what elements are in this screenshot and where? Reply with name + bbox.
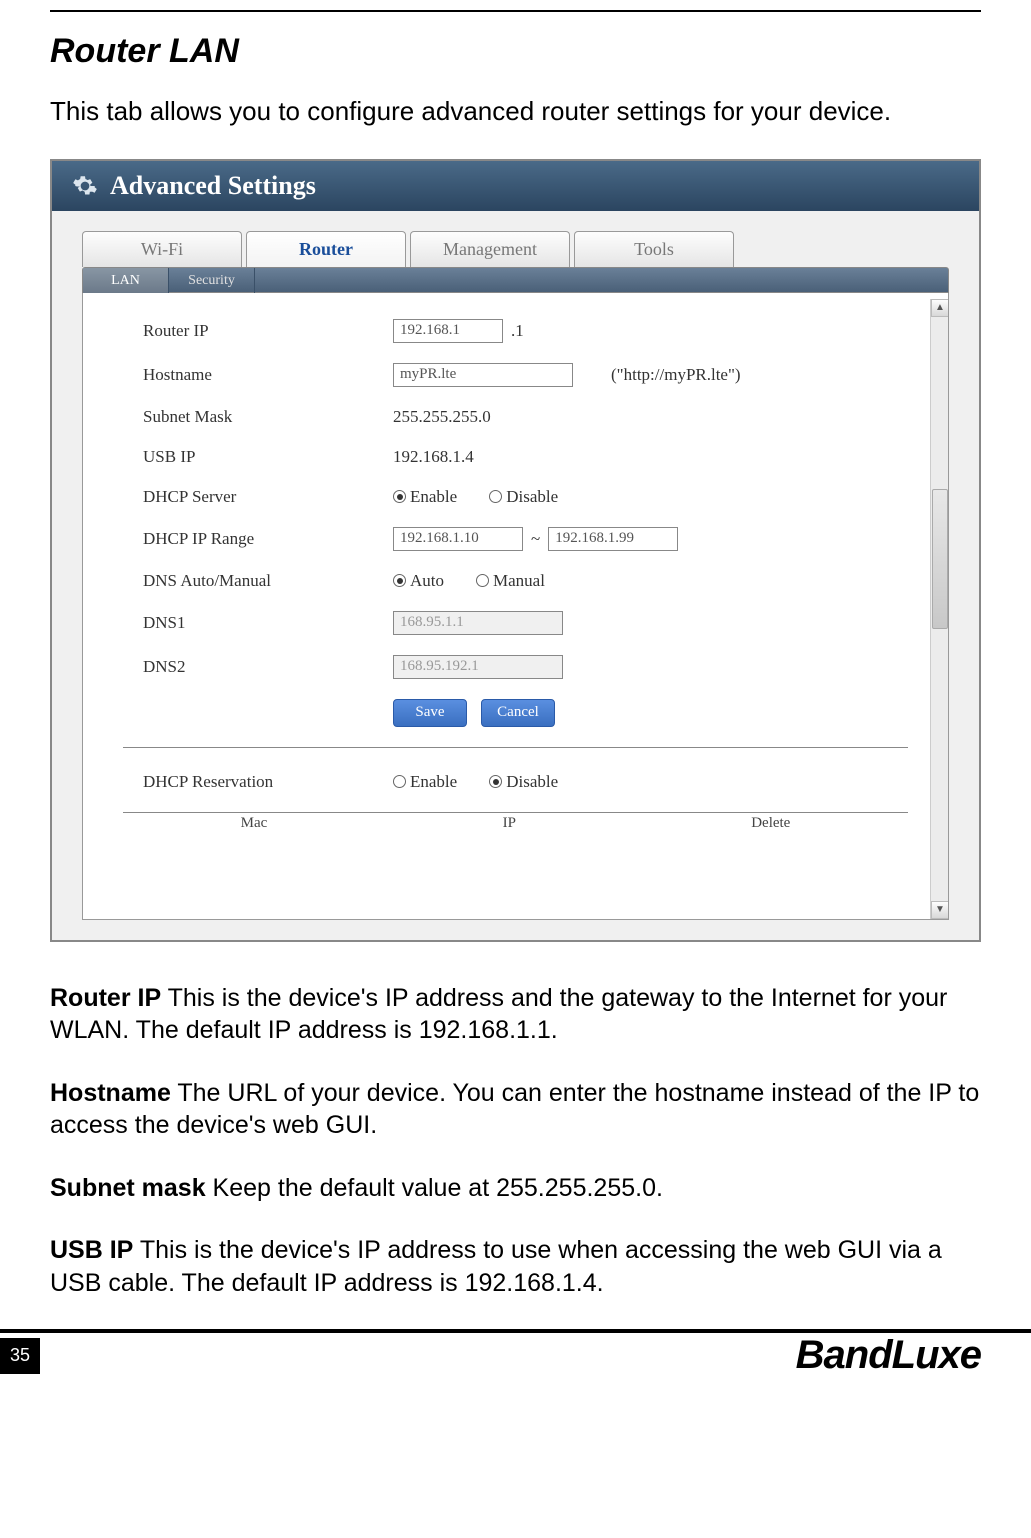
gear-icon (72, 173, 98, 199)
dns1-input[interactable] (393, 611, 563, 635)
scroll-area: Router IP .1 Hostname ("http://myPR.lte"… (83, 299, 948, 919)
desc-usb-ip: USB IP This is the device's IP address t… (50, 1234, 981, 1299)
scroll-down-arrow-icon[interactable]: ▼ (931, 901, 948, 919)
advanced-settings-window: Advanced Settings Wi-Fi Router Managemen… (50, 159, 981, 942)
scroll-up-arrow-icon[interactable]: ▲ (931, 299, 948, 317)
section-title: Router LAN (50, 32, 981, 71)
router-ip-suffix: .1 (511, 321, 524, 341)
sub-tabs: LAN Security (82, 267, 949, 293)
tab-wifi[interactable]: Wi-Fi (82, 231, 242, 267)
dhcp-res-label: DHCP Reservation (143, 772, 393, 792)
hostname-input[interactable] (393, 363, 573, 387)
dhcp-res-disable-radio[interactable]: Disable (489, 772, 558, 792)
subtab-security[interactable]: Security (169, 268, 255, 294)
intro-text: This tab allows you to configure advance… (50, 95, 981, 129)
dhcp-server-label: DHCP Server (143, 487, 393, 507)
dhcp-range-label: DHCP IP Range (143, 529, 393, 549)
dhcp-disable-radio[interactable]: Disable (489, 487, 558, 507)
tab-router[interactable]: Router (246, 231, 406, 267)
tab-tools[interactable]: Tools (574, 231, 734, 267)
desc-subnet-mask: Subnet mask Keep the default value at 25… (50, 1172, 981, 1205)
page-footer: 35 BandLuxe (0, 1329, 1031, 1378)
save-button[interactable]: Save (393, 699, 467, 727)
dhcp-res-enable-radio[interactable]: Enable (393, 772, 457, 792)
dns1-label: DNS1 (143, 613, 393, 633)
dns2-input[interactable] (393, 655, 563, 679)
reservation-col-ip: IP (503, 815, 516, 832)
window-title: Advanced Settings (110, 171, 316, 201)
dhcp-range-start-input[interactable] (393, 527, 523, 551)
dhcp-range-sep: ~ (531, 529, 540, 549)
usb-ip-value: 192.168.1.4 (393, 447, 474, 467)
cancel-button[interactable]: Cancel (481, 699, 555, 727)
desc-hostname: Hostname The URL of your device. You can… (50, 1077, 981, 1142)
hostname-hint: ("http://myPR.lte") (611, 365, 741, 385)
vertical-scrollbar[interactable]: ▲ ▼ (930, 299, 948, 919)
subnet-mask-value: 255.255.255.0 (393, 407, 491, 427)
dns-auto-radio[interactable]: Auto (393, 571, 444, 591)
usb-ip-label: USB IP (143, 447, 393, 467)
panel-divider (123, 747, 908, 748)
hostname-label: Hostname (143, 365, 393, 385)
form-panel: Router IP .1 Hostname ("http://myPR.lte"… (82, 293, 949, 920)
desc-router-ip: Router IP This is the device's IP addres… (50, 982, 981, 1047)
window-titlebar: Advanced Settings (52, 161, 979, 211)
dns-manual-radio[interactable]: Manual (476, 571, 545, 591)
router-ip-label: Router IP (143, 321, 393, 341)
brand-logo: BandLuxe (796, 1333, 1031, 1378)
subnet-mask-label: Subnet Mask (143, 407, 393, 427)
subtab-lan[interactable]: LAN (83, 268, 169, 294)
reservation-col-mac: Mac (241, 815, 268, 832)
dns-mode-label: DNS Auto/Manual (143, 571, 393, 591)
main-tabs: Wi-Fi Router Management Tools (82, 231, 979, 267)
reservation-col-delete: Delete (751, 815, 790, 832)
dhcp-range-end-input[interactable] (548, 527, 678, 551)
dhcp-enable-radio[interactable]: Enable (393, 487, 457, 507)
reservation-columns: Mac IP Delete (123, 812, 908, 834)
dns2-label: DNS2 (143, 657, 393, 677)
page-number: 35 (0, 1338, 40, 1374)
router-ip-input[interactable] (393, 319, 503, 343)
scroll-thumb[interactable] (932, 489, 948, 629)
tab-management[interactable]: Management (410, 231, 570, 267)
